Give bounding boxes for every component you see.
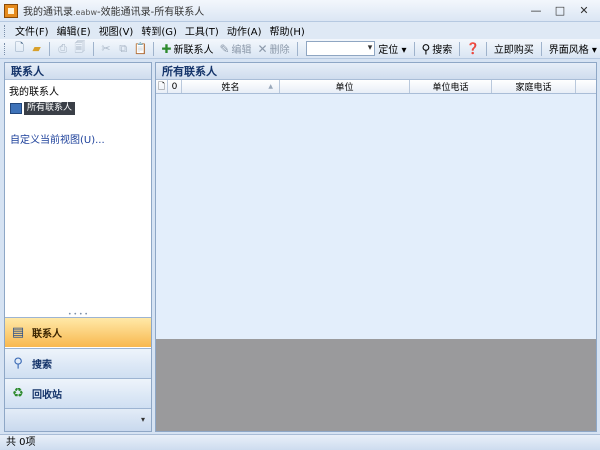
menu-goto[interactable]: 转到(G) (137, 23, 181, 38)
column-type[interactable]: 🗋 (156, 80, 168, 93)
buy-now-button[interactable]: 立即购买 (491, 41, 537, 56)
column-header-row: 🗋 0 姓名 单位 单位电话 家庭电话 (156, 80, 596, 94)
toolbar-separator (49, 41, 51, 56)
search-input[interactable] (305, 41, 376, 56)
folder-label: 所有联系人 (24, 101, 76, 115)
search-icon: ⚲ (13, 356, 23, 371)
contact-list-pane: 所有联系人 🗋 0 姓名 单位 单位电话 家庭电话 ◀ ▶ (155, 62, 597, 432)
navigation-pane-header: 联系人 (5, 63, 151, 80)
new-document-icon[interactable]: 🗋 (13, 41, 26, 56)
status-bar: 共 0项 (0, 434, 600, 450)
my-contacts-label: 我的联系人 (9, 87, 59, 98)
toolbar-separator (153, 41, 155, 56)
column-attachment[interactable]: 0 (168, 80, 182, 93)
skin-button[interactable]: 界面风格 ▾ (546, 41, 600, 56)
column-home-phone[interactable]: 家庭电话 (492, 80, 576, 93)
cut-icon[interactable]: ✂ (99, 42, 112, 56)
nav-overflow-button[interactable]: ▾ (5, 408, 151, 431)
contact-list[interactable] (156, 94, 596, 342)
customize-view-link[interactable]: 自定义当前视图(U)... (5, 131, 151, 146)
print-icon[interactable]: ⎙ (56, 42, 69, 56)
contact-card-icon (10, 102, 22, 114)
paste-icon[interactable]: 📋 (134, 42, 148, 56)
app-icon (4, 3, 18, 18)
edit-icon: ✎ (219, 41, 230, 56)
menu-tools[interactable]: 工具(T) (181, 23, 223, 38)
document-icon: 🗋 (157, 81, 166, 92)
nav-search-button[interactable]: ⚲ 搜索 (5, 348, 151, 378)
minimize-button[interactable]: — (524, 2, 548, 18)
title-bar: 我的通讯录.eabw-效能通讯录-所有联系人 — □ ✕ (0, 0, 600, 22)
open-folder-icon[interactable]: ▰ (30, 42, 43, 56)
menubar-grip[interactable] (4, 24, 7, 37)
delete-button[interactable]: ✕ 删除 (255, 41, 293, 57)
column-filler (576, 80, 596, 93)
close-button[interactable]: ✕ (572, 2, 596, 18)
print-preview-icon[interactable]: 🗐 (73, 41, 86, 56)
locate-button[interactable]: 定位 ▾ (375, 41, 409, 56)
window-title: 我的通讯录.eabw-效能通讯录-所有联系人 (23, 7, 205, 18)
toolbar-separator (413, 41, 415, 56)
navigation-pane: 联系人 我的联系人 所有联系人 自定义当前视图(U)... • • • • ▤ … (4, 62, 152, 432)
search-icon: ⚲ (421, 41, 431, 56)
toolbar-separator (459, 41, 461, 56)
maximize-button[interactable]: □ (548, 2, 572, 18)
plus-icon: ✚ (161, 41, 172, 56)
column-work-phone[interactable]: 单位电话 (410, 80, 492, 93)
new-contact-button[interactable]: ✚ 新联系人 (158, 41, 216, 57)
toolbar-separator (540, 41, 542, 56)
delete-icon: ✕ (257, 41, 268, 56)
toolbar-separator (92, 41, 94, 56)
toolbar-grip[interactable] (4, 42, 7, 55)
nav-recycle-button[interactable]: ♻ 回收站 (5, 378, 151, 408)
menu-help[interactable]: 帮助(H) (265, 23, 308, 38)
menu-edit[interactable]: 编辑(E) (53, 23, 95, 38)
list-header-title: 所有联系人 (156, 63, 596, 80)
folder-all-contacts[interactable]: 所有联系人 (10, 101, 151, 115)
preview-pane (156, 339, 596, 431)
column-company[interactable]: 单位 (280, 80, 410, 93)
edit-button[interactable]: ✎ 编辑 (216, 41, 254, 57)
copy-icon[interactable]: ⧉ (117, 42, 130, 56)
chevron-down-icon: ▾ (140, 415, 145, 424)
contacts-icon: ▤ (11, 325, 25, 340)
search-button[interactable]: ⚲ 搜索 (418, 41, 455, 57)
toolbar-separator (296, 41, 298, 56)
attachment-icon: 0 (171, 81, 178, 92)
menu-bar: 文件(F) 编辑(E) 视图(V) 转到(G) 工具(T) 动作(A) 帮助(H… (0, 22, 600, 39)
recycle-bin-icon: ♻ (12, 386, 24, 401)
nav-contacts-button[interactable]: ▤ 联系人 (5, 317, 151, 347)
help-icon[interactable]: ❓ (466, 42, 480, 56)
menu-file[interactable]: 文件(F) (11, 23, 53, 38)
menu-view[interactable]: 视图(V) (95, 23, 138, 38)
toolbar: 🗋 ▰ ⎙ 🗐 ✂ ⧉ 📋 ✚新联系人 ✎编辑 ✕删除 定位 ▾ ⚲搜索 ❓ 立… (0, 39, 600, 59)
toolbar-separator (485, 41, 487, 56)
item-count: 共 0项 (6, 437, 36, 448)
menu-actions[interactable]: 动作(A) (223, 23, 266, 38)
column-name[interactable]: 姓名 (182, 80, 280, 93)
